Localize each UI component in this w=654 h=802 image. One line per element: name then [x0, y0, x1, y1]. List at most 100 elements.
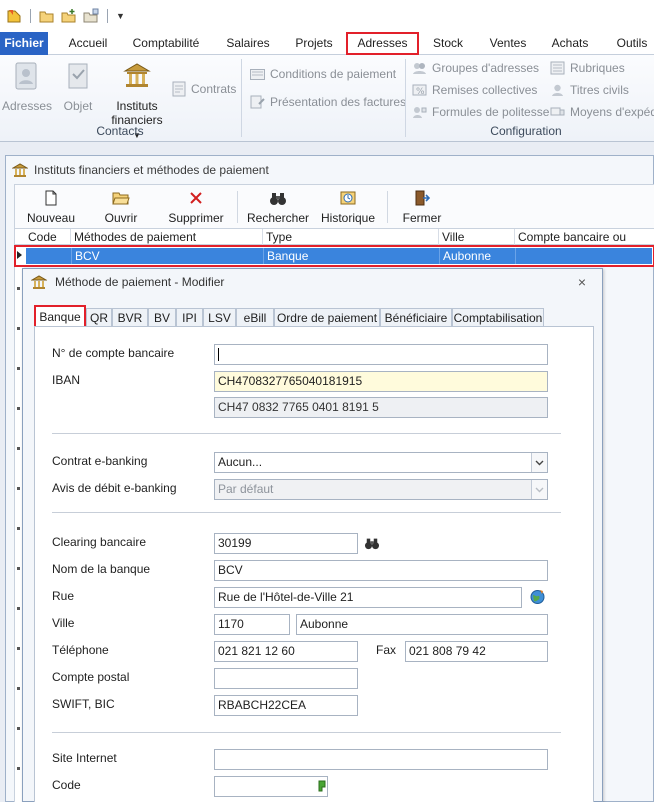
ribbon-formules-button[interactable]: Formules de politesse	[412, 105, 549, 119]
table-row[interactable]: BCV Banque Aubonne	[14, 245, 654, 267]
tab-stock[interactable]: Stock	[427, 32, 469, 55]
avis-value: Par défaut	[218, 482, 274, 496]
ribbon-separator	[405, 59, 406, 137]
new-folder-icon[interactable]	[61, 8, 77, 24]
ribbon-contrats-button[interactable]: Contrats	[172, 81, 236, 97]
tab-lsv[interactable]: LSV	[203, 308, 236, 327]
payment-method-dialog: Méthode de paiement - Modifier × Banque …	[22, 268, 603, 802]
nom-banque-label: Nom de la banque	[52, 562, 151, 576]
iban-input[interactable]: CH4708327765040181915	[214, 371, 548, 392]
ville-input[interactable]: Aubonne	[296, 614, 548, 635]
tab-accueil[interactable]: Accueil	[60, 32, 116, 55]
tab-outils[interactable]: Outils	[610, 32, 654, 55]
section-divider	[52, 433, 561, 434]
shipping-icon	[550, 107, 565, 116]
swift-label: SWIFT, BIC	[52, 697, 115, 711]
tab-salaires[interactable]: Salaires	[218, 32, 278, 55]
address-groups-icon	[413, 63, 426, 74]
tab-ebill[interactable]: eBill	[236, 308, 274, 327]
history-icon	[340, 191, 356, 205]
delete-icon	[190, 192, 202, 204]
tab-fichier[interactable]: Fichier	[0, 32, 48, 55]
ribbon-presentation-button[interactable]: Présentation des factures	[250, 95, 406, 109]
bank-icon	[123, 63, 151, 87]
clearing-input[interactable]: 30199	[214, 533, 358, 554]
compte-bancaire-input[interactable]	[214, 344, 548, 365]
ouvrir-button[interactable]: Ouvrir	[93, 190, 149, 225]
customize-qat-icon[interactable]: ▼	[116, 11, 125, 21]
bank-icon	[31, 275, 47, 289]
close-icon[interactable]: ×	[578, 274, 586, 290]
tab-banque[interactable]: Banque	[34, 305, 86, 327]
cell-code	[26, 248, 72, 264]
nouveau-button[interactable]: Nouveau	[21, 190, 81, 225]
ribbon-objet-button[interactable]: Objet	[57, 60, 99, 113]
address-book-icon	[15, 62, 37, 90]
cell-type: Banque	[264, 248, 440, 264]
qat-separator	[30, 9, 31, 23]
toolbar-separator	[387, 191, 388, 223]
tab-comptabilisation[interactable]: Comptabilisation	[452, 308, 544, 327]
compte-postal-input[interactable]	[214, 668, 358, 689]
column-code[interactable]: Code	[25, 229, 71, 245]
chevron-down-icon[interactable]	[531, 480, 547, 499]
npa-input[interactable]: 1170	[214, 614, 290, 635]
open-folder-icon[interactable]	[39, 8, 55, 24]
telephone-input[interactable]: 021 821 12 60	[214, 641, 358, 662]
ribbon-groupes-button[interactable]: Groupes d'adresses	[412, 61, 539, 75]
globe-icon[interactable]	[529, 588, 546, 605]
swift-input[interactable]: RBABCH22CEA	[214, 695, 358, 716]
site-internet-input[interactable]	[214, 749, 548, 770]
folder-icon[interactable]	[83, 8, 99, 24]
tab-beneficiaire[interactable]: Bénéficiaire	[380, 308, 452, 327]
tab-ventes[interactable]: Ventes	[484, 32, 532, 55]
window-title: Instituts financiers et méthodes de paie…	[34, 162, 269, 177]
dialog-title-bar: Méthode de paiement - Modifier	[23, 269, 602, 295]
tab-ordre-paiement[interactable]: Ordre de paiement	[274, 308, 380, 327]
fax-label: Fax	[376, 643, 397, 657]
salutation-icon	[413, 107, 427, 118]
historique-button[interactable]: Historique	[317, 190, 379, 225]
rue-input[interactable]: Rue de l'Hôtel-de-Ville 21	[214, 587, 522, 608]
qat-separator	[107, 9, 108, 23]
titles-icon	[552, 84, 563, 96]
selected-row[interactable]: BCV Banque Aubonne	[26, 248, 652, 264]
supprimer-button[interactable]: Supprimer	[163, 190, 229, 225]
ribbon-adresses-button[interactable]: Adresses	[2, 60, 52, 113]
ribbon-rubriques-button[interactable]: Rubriques	[550, 61, 625, 75]
tab-projets[interactable]: Projets	[288, 32, 340, 55]
tab-bvr[interactable]: BVR	[112, 308, 148, 327]
tab-adresses[interactable]: Adresses	[346, 32, 419, 55]
rue-label: Rue	[52, 589, 75, 603]
binoculars-icon	[270, 193, 286, 205]
toolbar-separator	[237, 191, 238, 223]
tab-comptabilite[interactable]: Comptabilité	[124, 32, 208, 55]
row-pointer-icon	[17, 251, 22, 259]
tab-achats[interactable]: Achats	[548, 32, 592, 55]
code-input[interactable]	[214, 776, 328, 797]
ribbon: Adresses Objet Instituts financiers ▼ Co…	[0, 55, 654, 142]
chevron-down-icon[interactable]	[531, 453, 547, 472]
ribbon-conditions-button[interactable]: Conditions de paiement	[250, 67, 396, 81]
contrat-ebanking-select[interactable]: Aucun...	[214, 452, 548, 473]
code-lookup-icon[interactable]	[317, 780, 327, 792]
tab-ipi[interactable]: IPI	[176, 308, 203, 327]
column-ville[interactable]: Ville	[439, 229, 515, 245]
tab-qr[interactable]: QR	[86, 308, 112, 327]
app-icon[interactable]	[6, 8, 22, 24]
tab-bv[interactable]: BV	[148, 308, 176, 327]
binoculars-icon[interactable]	[364, 536, 380, 550]
fermer-button[interactable]: Fermer	[397, 190, 447, 225]
ribbon-titres-button[interactable]: Titres civils	[550, 83, 629, 97]
column-type[interactable]: Type	[263, 229, 439, 245]
ribbon-moyens-button[interactable]: Moyens d'expéd	[550, 105, 654, 119]
rechercher-button[interactable]: Rechercher	[243, 190, 313, 225]
avis-debit-select[interactable]: Par défaut	[214, 479, 548, 500]
section-divider	[52, 732, 561, 733]
column-methodes[interactable]: Méthodes de paiement	[71, 229, 263, 245]
column-compte[interactable]: Compte bancaire ou postal	[515, 229, 654, 260]
fax-input[interactable]: 021 808 79 42	[405, 641, 548, 662]
nom-banque-input[interactable]: BCV	[214, 560, 548, 581]
conditions-icon	[250, 68, 265, 80]
ribbon-remises-button[interactable]: % Remises collectives	[412, 83, 537, 97]
